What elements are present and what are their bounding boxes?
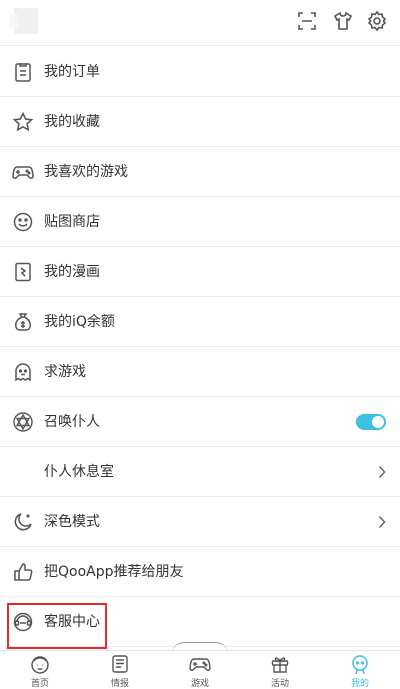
avatar[interactable]: [10, 8, 38, 34]
news-icon: [109, 653, 131, 675]
tab-label: 活动: [270, 679, 289, 689]
menu-item-liked-games[interactable]: 我喜欢的游戏: [0, 147, 400, 197]
top-bar: [0, 0, 400, 46]
gift-icon: [269, 653, 291, 675]
tab-label: 情报: [110, 679, 129, 689]
tab-news[interactable]: 情报: [80, 651, 160, 689]
profile-icon: [349, 653, 371, 675]
menu-item-label: 我的漫画: [44, 264, 100, 280]
menu-item-favorites[interactable]: 我的收藏: [0, 97, 400, 147]
menu-item-sticker-shop[interactable]: 贴图商店: [0, 197, 400, 247]
menu-item-label: 我喜欢的游戏: [44, 164, 128, 180]
tab-label: 游戏: [190, 679, 209, 689]
menu-item-comics[interactable]: 我的漫画: [0, 247, 400, 297]
gear-icon[interactable]: [366, 10, 388, 32]
menu-item-label: 深色模式: [44, 514, 100, 530]
star-of-david-icon: [12, 411, 34, 433]
tab-home[interactable]: 首页: [0, 651, 80, 689]
scan-icon[interactable]: [296, 10, 318, 32]
home-avatar-icon: [29, 653, 51, 675]
chevron-right-icon: [378, 465, 386, 479]
comic-icon: [12, 261, 34, 283]
tab-events[interactable]: 活动: [240, 651, 320, 689]
tshirt-icon[interactable]: [332, 10, 354, 32]
menu-item-label: 召唤仆人: [44, 414, 100, 430]
menu-item-servant-lounge[interactable]: 仆人休息室: [0, 447, 400, 497]
menu-item-orders[interactable]: 我的订单: [0, 47, 400, 97]
star-icon: [12, 111, 34, 133]
thumbs-up-icon: [12, 561, 34, 583]
menu-item-label: 贴图商店: [44, 214, 100, 230]
menu-item-label: 客服中心: [44, 614, 100, 630]
menu-item-label: 我的iQ余额: [44, 314, 115, 330]
menu-item-recommend-qooapp[interactable]: 把QooApp推荐给朋友: [0, 547, 400, 597]
ghost-icon: [12, 361, 34, 383]
menu-item-request-game[interactable]: 求游戏: [0, 347, 400, 397]
tab-games[interactable]: 游戏: [160, 651, 240, 689]
menu-item-label: 仆人休息室: [44, 464, 114, 480]
menu-item-customer-service[interactable]: 客服中心: [0, 597, 400, 647]
chevron-right-icon: [378, 515, 386, 529]
menu-item-summon-servant: 召唤仆人: [0, 397, 400, 447]
menu-item-dark-mode[interactable]: 深色模式: [0, 497, 400, 547]
summon-servant-toggle[interactable]: [356, 414, 386, 430]
tab-label: 首页: [30, 679, 49, 689]
sticker-icon: [12, 211, 34, 233]
menu-item-label: 我的收藏: [44, 114, 100, 130]
tab-label: 我的: [350, 679, 369, 689]
menu-item-label: 我的订单: [44, 64, 100, 80]
headset-icon: [12, 611, 34, 633]
gamepad-icon: [189, 653, 211, 675]
order-icon: [12, 61, 34, 83]
menu-item-iq-balance[interactable]: 我的iQ余额: [0, 297, 400, 347]
money-bag-icon: [12, 311, 34, 333]
menu-item-label: 求游戏: [44, 364, 86, 380]
tab-mine[interactable]: 我的: [320, 651, 400, 689]
menu-item-label: 把QooApp推荐给朋友: [44, 564, 184, 580]
gamepad-icon: [12, 161, 34, 183]
menu-list: 我的订单 我的收藏 我喜欢的游戏 贴图商店 我的漫画 我的iQ余额 求游戏 召唤…: [0, 47, 400, 647]
moon-icon: [12, 511, 34, 533]
bottom-tab-bar: 首页 情报 游戏 活动 我的: [0, 650, 400, 689]
